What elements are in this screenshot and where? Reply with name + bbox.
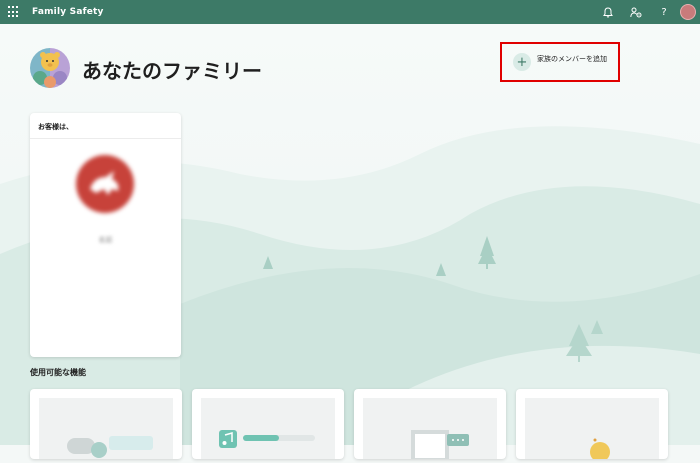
music-app-icon	[219, 430, 315, 448]
user-card-header: お客様は、	[30, 113, 181, 139]
add-family-member-button[interactable]: + 家族のメンバーを追加	[500, 42, 620, 82]
help-icon: ?	[661, 6, 667, 18]
profile-avatar[interactable]	[680, 4, 696, 20]
unicorn-icon	[90, 171, 119, 195]
app-launcher-icon[interactable]	[8, 6, 20, 18]
notifications-button[interactable]	[594, 0, 622, 24]
app-title[interactable]: Family Safety	[32, 7, 104, 17]
family-settings-button[interactable]	[622, 0, 650, 24]
help-button[interactable]: ?	[650, 0, 678, 24]
plus-icon: +	[513, 53, 531, 71]
top-bar: Family Safety ?	[0, 0, 700, 24]
user-name: 名前	[98, 236, 113, 244]
user-card[interactable]: お客様は、 名前	[30, 113, 181, 357]
feature-card-location[interactable]	[516, 389, 668, 462]
game-controller-icon	[67, 436, 153, 458]
device-window-icon	[411, 430, 469, 460]
family-avatar	[30, 48, 70, 88]
bear-family-icon	[30, 48, 70, 88]
feature-card-apps[interactable]	[192, 389, 344, 459]
bell-icon	[603, 6, 613, 18]
page-title: あなたのファミリー	[82, 59, 262, 83]
user-avatar	[76, 155, 134, 213]
features-section-title: 使用可能な機能	[30, 368, 86, 377]
character-icon	[590, 438, 610, 462]
feature-card-devices[interactable]	[354, 389, 506, 460]
people-gear-icon	[630, 7, 642, 17]
add-family-member-label: 家族のメンバーを追加	[537, 55, 607, 63]
feature-card-activity[interactable]	[30, 389, 182, 459]
